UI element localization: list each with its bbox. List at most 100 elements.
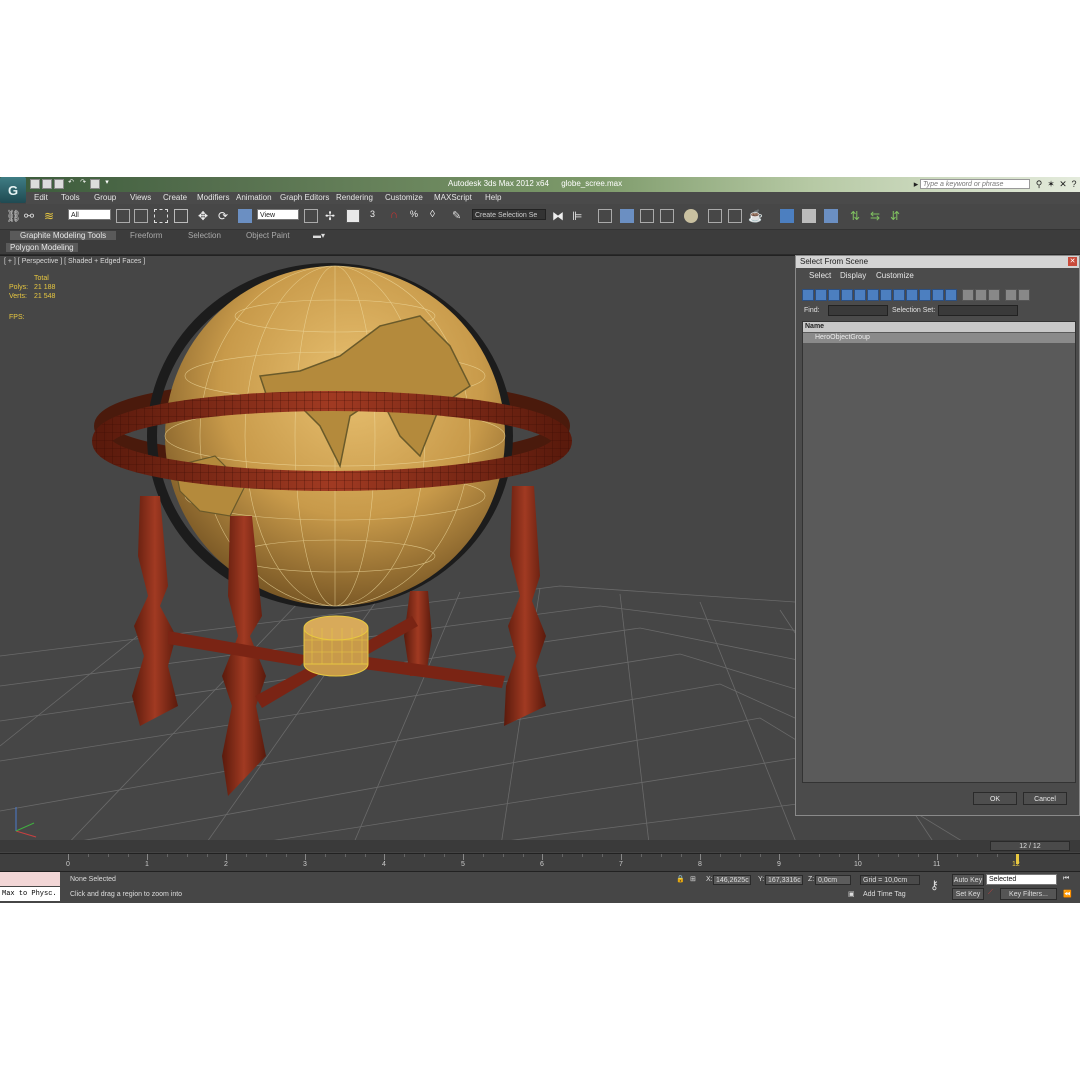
display-none-icon[interactable]: [975, 289, 987, 301]
curve-editor-icon[interactable]: [640, 209, 654, 223]
menu-animation[interactable]: Animation: [236, 193, 272, 202]
scene-object-list[interactable]: Name HeroObjectGroup: [802, 321, 1076, 783]
extra-tool-3-icon[interactable]: [824, 209, 838, 223]
shapes-filter-icon[interactable]: [815, 289, 827, 301]
angle-snap-icon[interactable]: ∩: [390, 209, 404, 223]
x-coordinate-field[interactable]: 146,2625c: [713, 875, 751, 885]
dialog-menu-display[interactable]: Display: [840, 271, 866, 280]
extra-tool-2-icon[interactable]: [802, 209, 816, 223]
geometry-filter-icon[interactable]: [802, 289, 814, 301]
polygon-modeling-panel[interactable]: Polygon Modeling: [6, 243, 78, 252]
menu-maxscript[interactable]: MAXScript: [434, 193, 472, 202]
z-coordinate-field[interactable]: 0,0cm: [815, 875, 851, 885]
rendered-frame-window-icon[interactable]: [728, 209, 742, 223]
key-mode-dropdown[interactable]: Selected: [986, 874, 1057, 885]
keyword-search-input[interactable]: Type a keyword or phrase: [920, 179, 1030, 189]
previous-frame-icon[interactable]: ⏪: [1063, 890, 1072, 898]
bones-filter-icon[interactable]: [906, 289, 918, 301]
display-all-icon[interactable]: [962, 289, 974, 301]
lights-filter-icon[interactable]: [828, 289, 840, 301]
select-manipulate-icon[interactable]: ✢: [325, 209, 339, 223]
display-invert-icon[interactable]: [988, 289, 1000, 301]
rectangle-selection-icon[interactable]: [154, 209, 168, 223]
percent-snap-icon[interactable]: %: [410, 209, 424, 223]
dialog-menu-customize[interactable]: Customize: [876, 271, 914, 280]
dialog-close-icon[interactable]: ✕: [1068, 257, 1077, 266]
tab-freeform[interactable]: Freeform: [130, 231, 162, 240]
selection-filter-dropdown[interactable]: All: [68, 209, 111, 220]
extra-tool-6-icon[interactable]: ⇵: [890, 209, 904, 223]
move-icon[interactable]: ✥: [198, 209, 212, 223]
maxscript-output[interactable]: Max to Physc.: [0, 887, 60, 901]
keyboard-shortcut-override-icon[interactable]: [346, 209, 360, 223]
rotate-icon[interactable]: ⟳: [218, 209, 232, 223]
menu-graph-editors[interactable]: Graph Editors: [280, 193, 329, 202]
add-time-tag-button[interactable]: Add Time Tag: [863, 891, 906, 898]
unlink-icon[interactable]: ⚯: [24, 209, 38, 223]
tab-object-paint[interactable]: Object Paint: [246, 231, 290, 240]
set-key-icon[interactable]: ⟋: [988, 889, 993, 897]
help-star-icon[interactable]: ✶: [1046, 179, 1056, 189]
go-to-start-icon[interactable]: ⏮: [1063, 875, 1069, 883]
groups-filter-icon[interactable]: [880, 289, 892, 301]
menu-rendering[interactable]: Rendering: [336, 193, 373, 202]
edit-named-selection-icon[interactable]: ✎: [452, 209, 466, 223]
align-icon[interactable]: ⊫: [572, 209, 586, 223]
set-key-button[interactable]: Set Key: [952, 888, 984, 900]
helpers-filter-icon[interactable]: [854, 289, 866, 301]
undo-icon[interactable]: ↶: [66, 179, 76, 189]
scene-explorer-icon[interactable]: [598, 209, 612, 223]
named-selection-set-dropdown[interactable]: Create Selection Se: [472, 209, 546, 220]
list-item[interactable]: HeroObjectGroup: [803, 333, 1075, 343]
time-slider-track[interactable]: 12 / 12: [0, 840, 1080, 852]
3ds-max-logo-icon[interactable]: G: [0, 177, 26, 203]
selection-set-dropdown[interactable]: [938, 305, 1018, 316]
menu-help[interactable]: Help: [485, 193, 501, 202]
open-file-icon[interactable]: [42, 179, 52, 189]
cameras-filter-icon[interactable]: [841, 289, 853, 301]
key-icon[interactable]: ⚷: [930, 878, 939, 892]
maxscript-listener-input[interactable]: [0, 872, 60, 886]
find-input[interactable]: [828, 305, 888, 316]
render-setup-icon[interactable]: [708, 209, 722, 223]
auto-key-button[interactable]: Auto Key: [952, 874, 984, 886]
filter-funnel-icon[interactable]: [1005, 289, 1017, 301]
ribbon-options-icon[interactable]: ▬▾: [313, 231, 325, 240]
tab-selection[interactable]: Selection: [188, 231, 221, 240]
containers-filter-icon[interactable]: [919, 289, 931, 301]
window-crossing-icon[interactable]: [174, 209, 188, 223]
menu-views[interactable]: Views: [130, 193, 151, 202]
xrefs-filter-icon[interactable]: [893, 289, 905, 301]
select-by-name-icon[interactable]: [134, 209, 148, 223]
layer-manager-icon[interactable]: [620, 209, 634, 223]
menu-edit[interactable]: Edit: [34, 193, 48, 202]
hidden-filter-icon[interactable]: [945, 289, 957, 301]
reference-coordinate-dropdown[interactable]: View: [257, 209, 299, 220]
project-folder-icon[interactable]: [90, 179, 100, 189]
lock-selection-icon[interactable]: 🔒: [676, 875, 685, 883]
name-column-header[interactable]: Name: [803, 322, 1075, 332]
y-coordinate-field[interactable]: 167,3316c: [765, 875, 803, 885]
absolute-mode-icon[interactable]: ⊞: [690, 875, 696, 883]
extra-tool-1-icon[interactable]: [780, 209, 794, 223]
mirror-icon[interactable]: ⧓: [552, 209, 566, 223]
schematic-view-icon[interactable]: [660, 209, 674, 223]
pivot-center-icon[interactable]: [304, 209, 318, 223]
time-tag-icon[interactable]: ▣: [848, 890, 855, 898]
cancel-button[interactable]: Cancel: [1023, 792, 1067, 805]
dialog-menu-select[interactable]: Select: [809, 271, 831, 280]
snaps-toggle-icon[interactable]: 3: [370, 209, 384, 223]
bind-space-warp-icon[interactable]: ≋: [44, 209, 58, 223]
key-filters-button[interactable]: Key Filters...: [1000, 888, 1057, 900]
frozen-filter-icon[interactable]: [932, 289, 944, 301]
track-bar[interactable]: 0 1 2 3 4 5 6 7 8 9 10 11 12: [0, 853, 1080, 872]
spinner-snap-icon[interactable]: ◊: [430, 209, 444, 223]
menu-tools[interactable]: Tools: [61, 193, 80, 202]
spacewarps-filter-icon[interactable]: [867, 289, 879, 301]
help-icon[interactable]: ?: [1069, 179, 1079, 189]
filter-options-icon[interactable]: [1018, 289, 1030, 301]
redo-icon[interactable]: ↷: [78, 179, 88, 189]
extra-tool-4-icon[interactable]: ⇅: [850, 209, 864, 223]
new-file-icon[interactable]: [30, 179, 40, 189]
viewport-label[interactable]: [ + ] [ Perspective ] [ Shaded + Edged F…: [4, 258, 145, 265]
